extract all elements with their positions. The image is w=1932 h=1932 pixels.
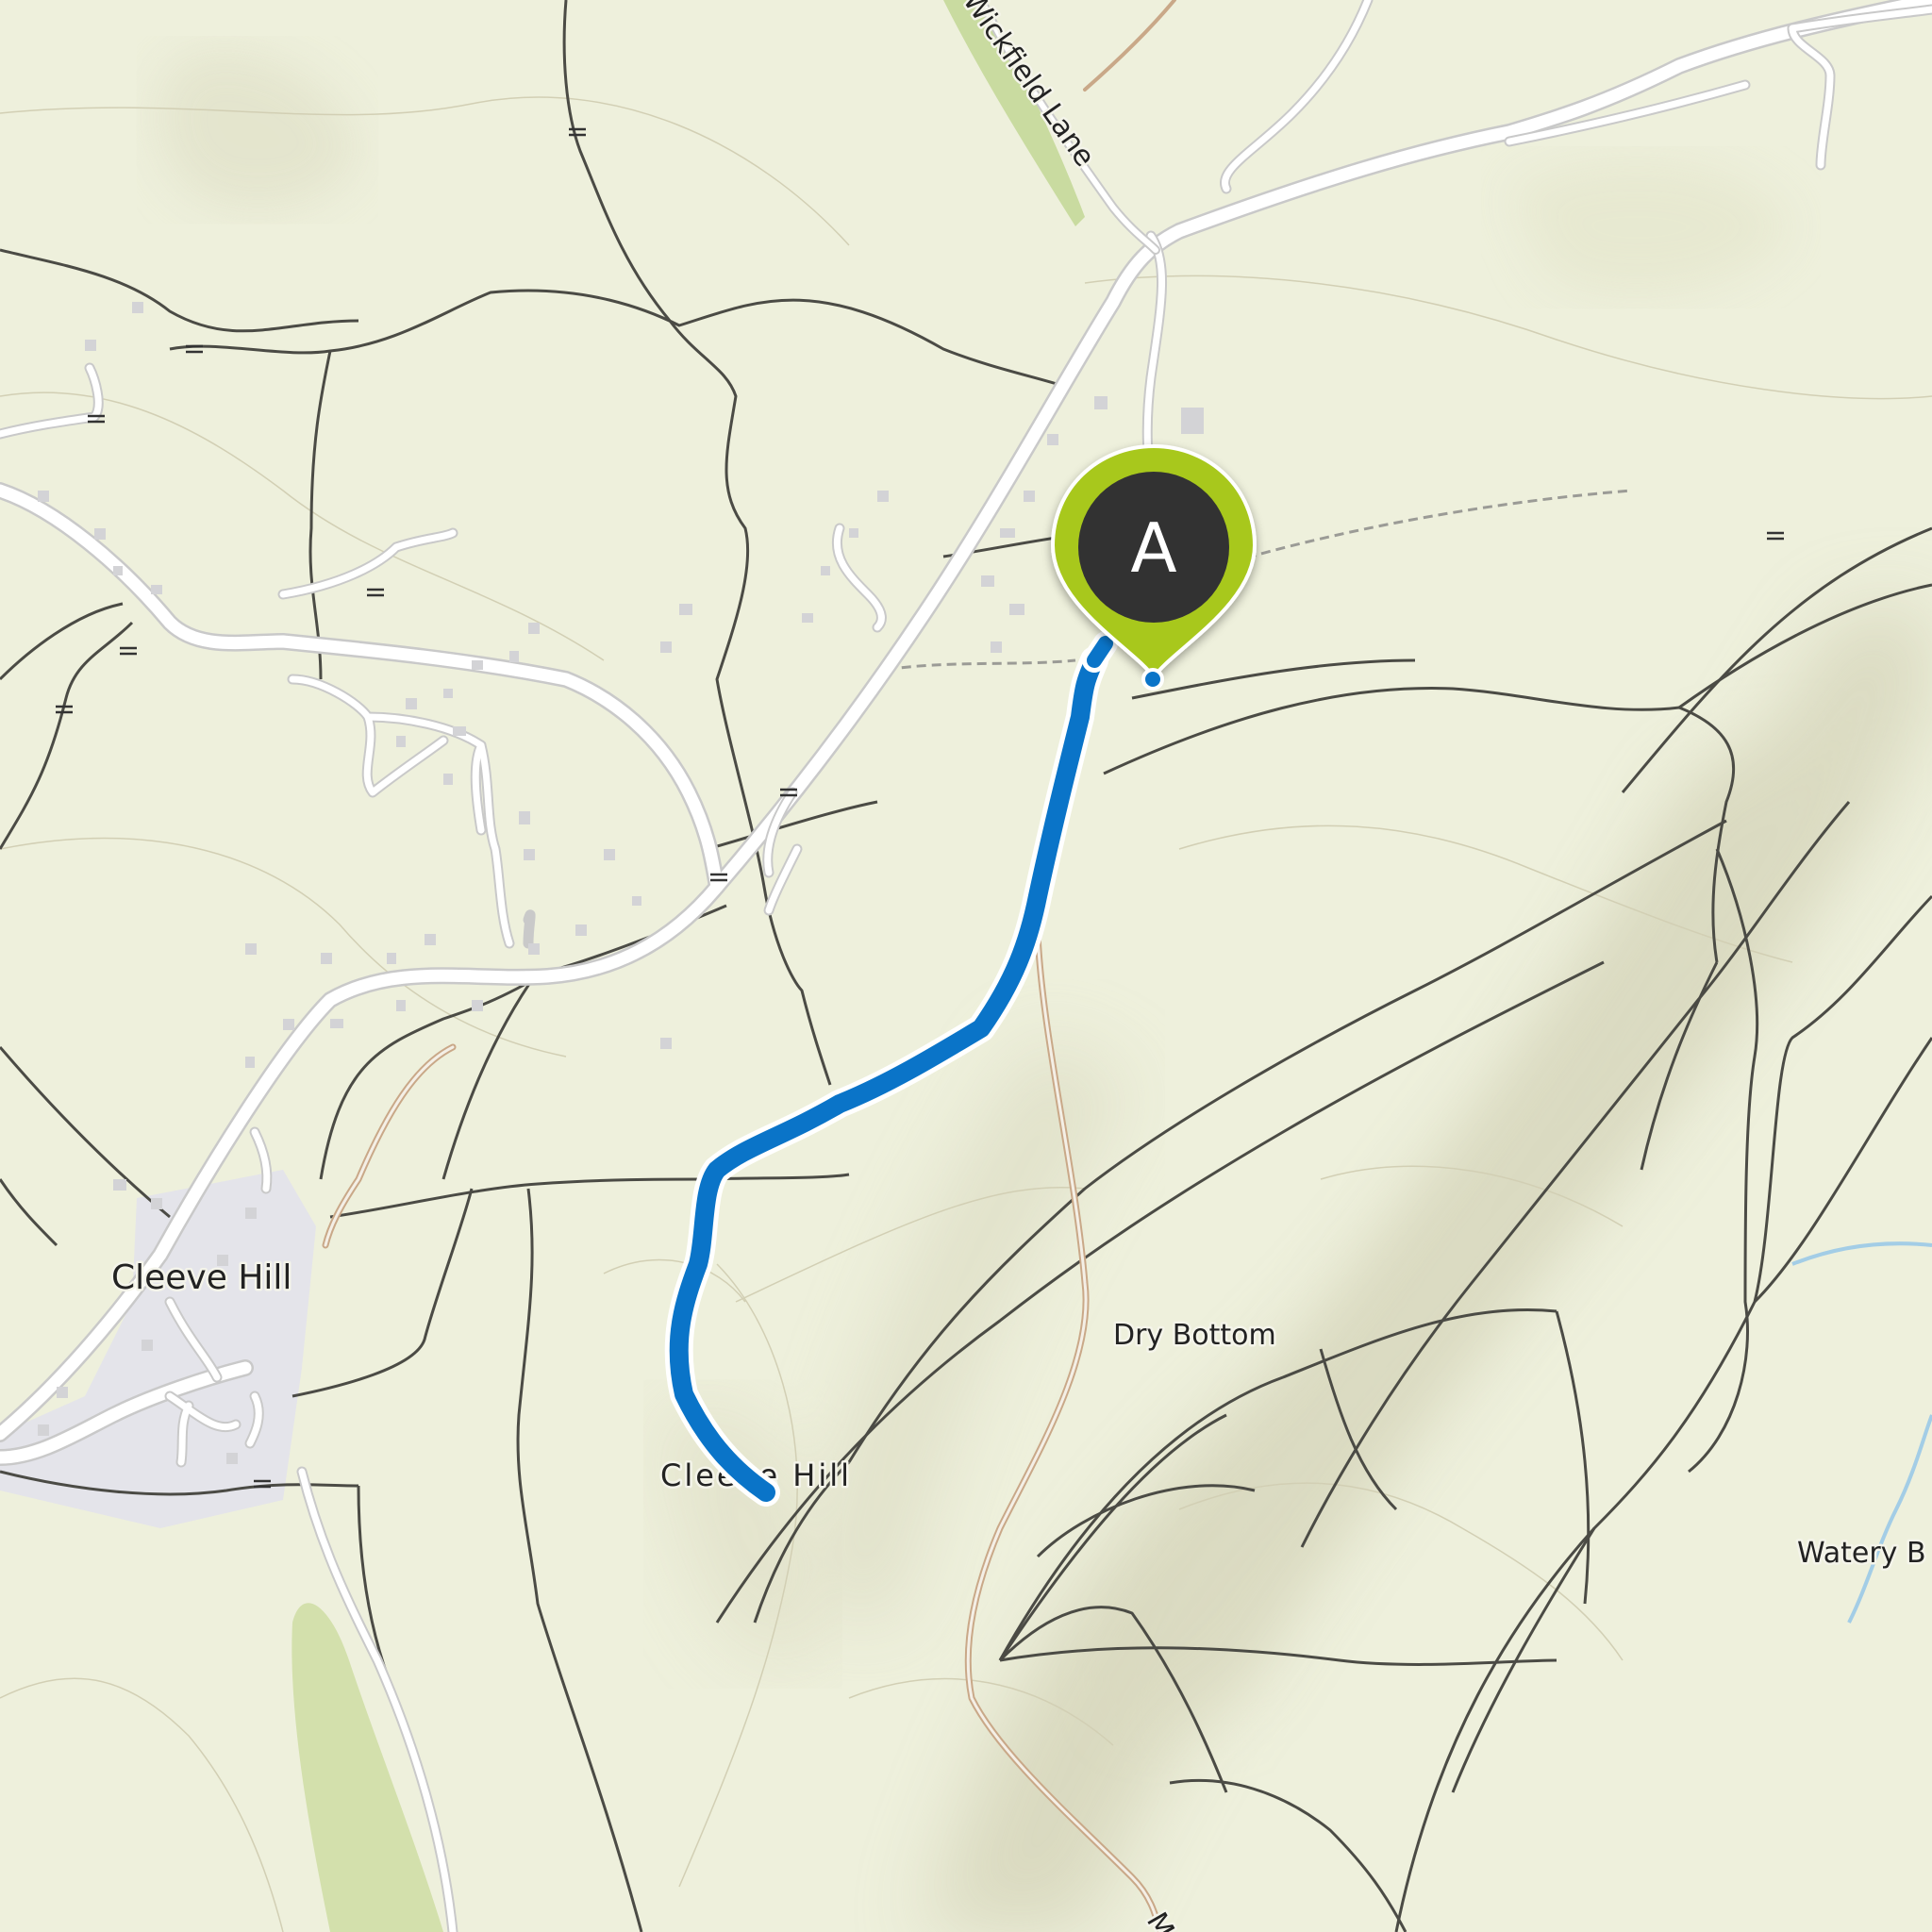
route-end-dot bbox=[1141, 668, 1164, 691]
marker-label: A bbox=[1130, 508, 1176, 588]
place-label-stream-area: Watery B bbox=[1797, 1537, 1926, 1570]
map-view[interactable]: Cleeve Hill Dry Bottom Watery B Cleeve H… bbox=[0, 0, 1932, 1932]
place-label-village: Cleeve Hill bbox=[111, 1258, 291, 1297]
map-canvas[interactable]: Cleeve Hill Dry Bottom Watery B Cleeve H… bbox=[0, 0, 1932, 1932]
place-label-valley: Dry Bottom bbox=[1113, 1319, 1276, 1352]
